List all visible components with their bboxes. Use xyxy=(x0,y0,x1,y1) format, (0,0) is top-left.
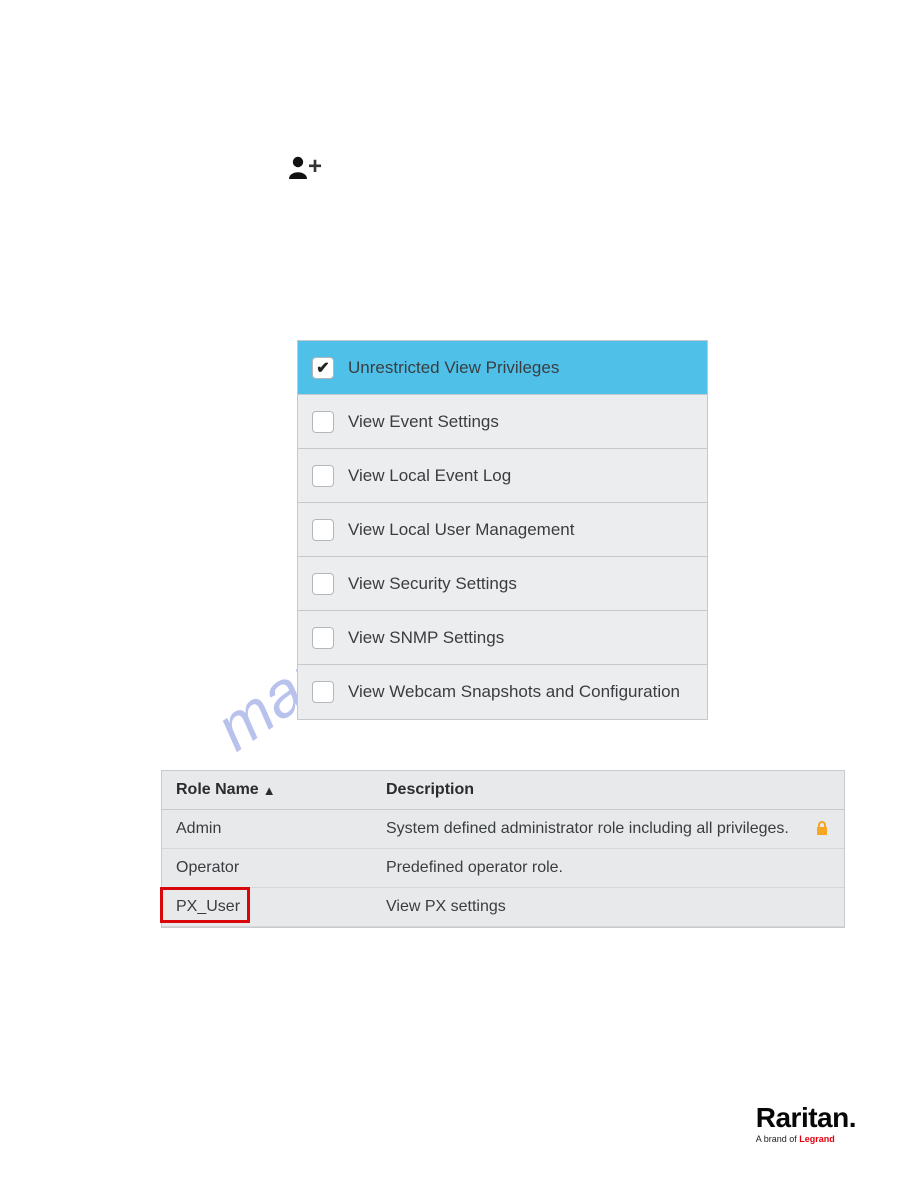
roles-header-row: Role Name ▲ Description xyxy=(162,771,844,810)
role-name-cell: Operator xyxy=(176,859,386,877)
role-desc-cell: System defined administrator role includ… xyxy=(386,820,830,838)
privilege-label: View Webcam Snapshots and Configuration xyxy=(348,682,680,702)
privilege-row[interactable]: View Event Settings xyxy=(298,395,707,449)
privilege-row[interactable]: View SNMP Settings xyxy=(298,611,707,665)
role-desc-cell: Predefined operator role. xyxy=(386,859,830,877)
brand-tagline: A brand of Legrand xyxy=(756,1134,856,1144)
role-desc-cell: View PX settings xyxy=(386,898,830,916)
table-row[interactable]: Operator Predefined operator role. xyxy=(162,849,844,888)
checkbox[interactable] xyxy=(312,627,334,649)
brand-tag-red: Legrand xyxy=(799,1134,835,1144)
header-text: Description xyxy=(386,781,474,798)
check-icon: ✔ xyxy=(316,358,329,378)
checkbox[interactable] xyxy=(312,411,334,433)
checkbox[interactable] xyxy=(312,519,334,541)
table-row[interactable]: PX_User View PX settings xyxy=(162,888,844,927)
roles-table: Role Name ▲ Description Admin System def… xyxy=(161,770,845,928)
table-row[interactable]: Admin System defined administrator role … xyxy=(162,810,844,849)
privilege-label: Unrestricted View Privileges xyxy=(348,358,559,378)
privilege-label: View SNMP Settings xyxy=(348,628,504,648)
lock-icon xyxy=(814,820,830,841)
privilege-row[interactable]: ✔ Unrestricted View Privileges xyxy=(298,341,707,395)
privilege-row[interactable]: View Security Settings xyxy=(298,557,707,611)
checkbox[interactable] xyxy=(312,465,334,487)
privileges-list: ✔ Unrestricted View Privileges View Even… xyxy=(297,340,708,720)
checkbox[interactable] xyxy=(312,573,334,595)
plus-icon: + xyxy=(308,155,322,179)
role-name-cell: PX_User xyxy=(176,898,386,916)
privilege-row[interactable]: View Local User Management xyxy=(298,503,707,557)
privilege-label: View Event Settings xyxy=(348,412,499,432)
checkbox[interactable]: ✔ xyxy=(312,357,334,379)
role-name-cell: Admin xyxy=(176,820,386,838)
column-header-role-name[interactable]: Role Name ▲ xyxy=(176,781,386,799)
privilege-label: View Security Settings xyxy=(348,574,517,594)
header-text: Role Name xyxy=(176,781,259,799)
roles-body: Admin System defined administrator role … xyxy=(162,810,844,927)
privilege-row[interactable]: View Webcam Snapshots and Configuration xyxy=(298,665,707,719)
privilege-row[interactable]: View Local Event Log xyxy=(298,449,707,503)
brand-tag-prefix: A brand of xyxy=(756,1134,800,1144)
sort-asc-icon: ▲ xyxy=(263,783,276,798)
brand-block: Raritan. A brand of Legrand xyxy=(756,1104,856,1144)
column-header-description[interactable]: Description xyxy=(386,781,830,799)
privilege-label: View Local User Management xyxy=(348,520,574,540)
person-icon xyxy=(288,155,310,179)
privilege-label: View Local Event Log xyxy=(348,466,511,486)
brand-name: Raritan. xyxy=(756,1104,856,1132)
checkbox[interactable] xyxy=(312,681,334,703)
add-user-button[interactable]: + xyxy=(288,155,322,179)
